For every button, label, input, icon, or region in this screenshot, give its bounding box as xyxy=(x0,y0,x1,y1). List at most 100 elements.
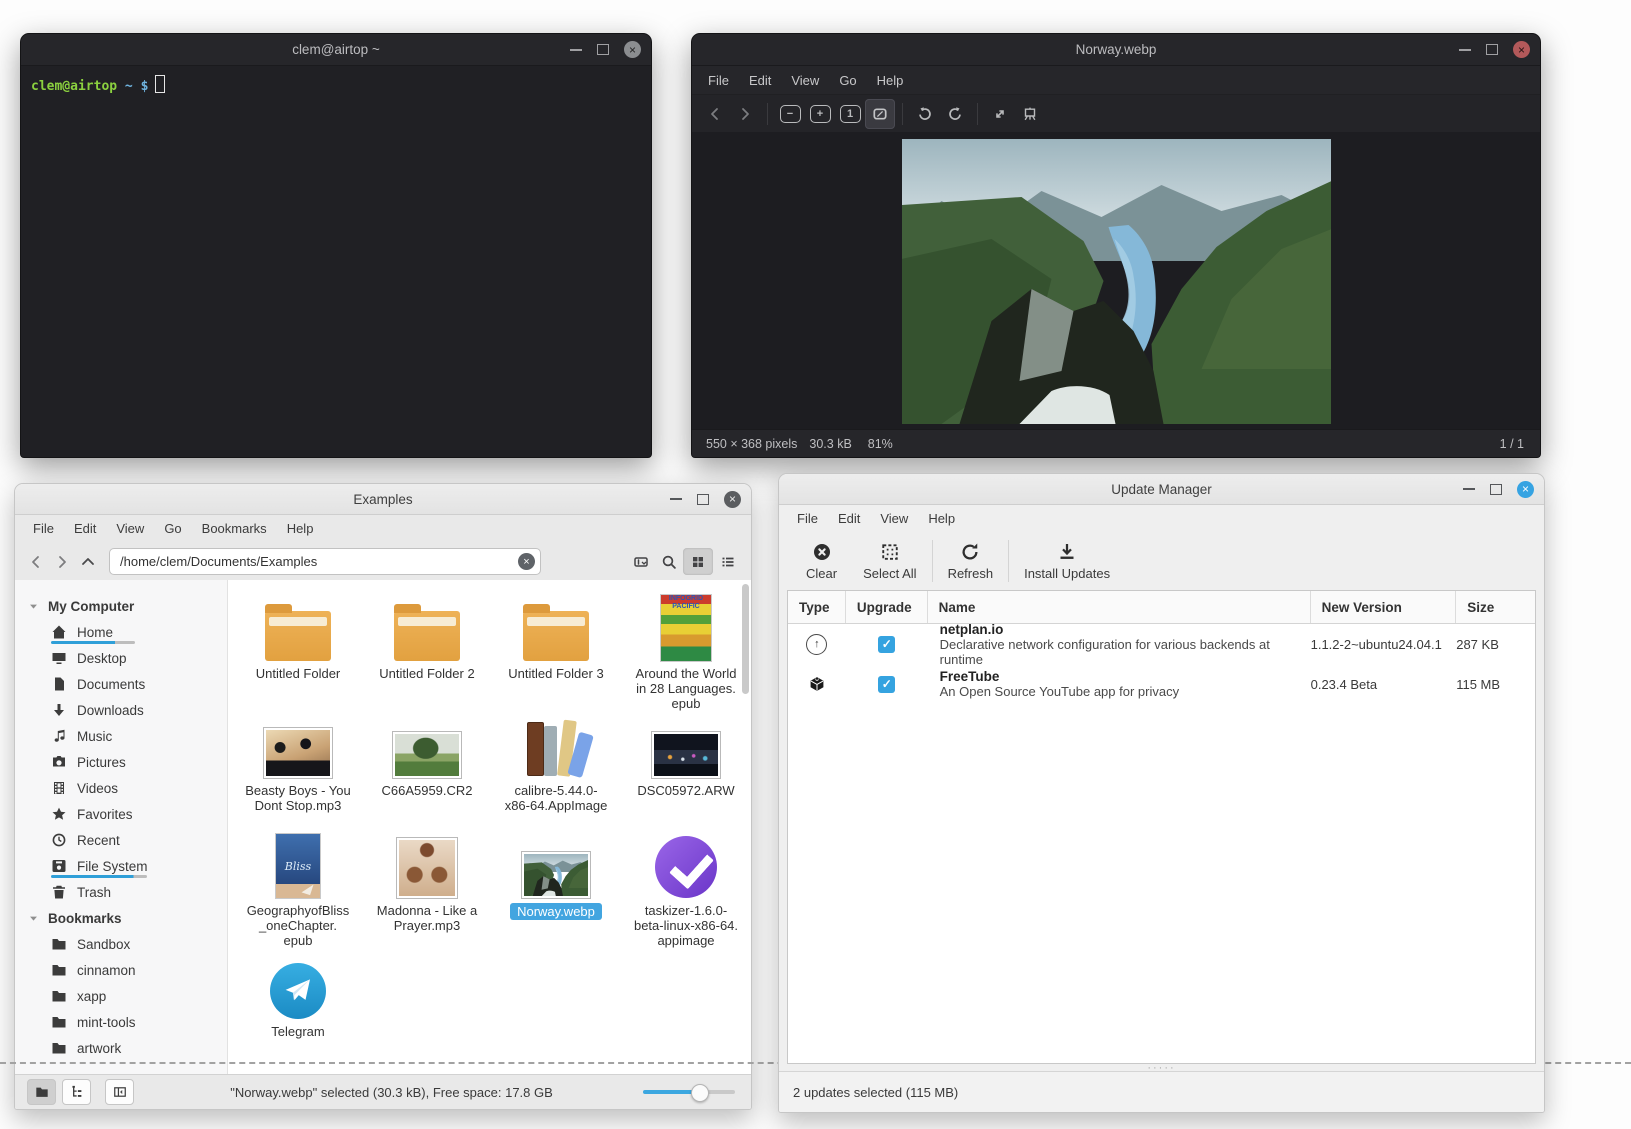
file-item-selected[interactable]: Norway.webp xyxy=(494,830,618,921)
clear-location-icon[interactable]: × xyxy=(518,553,535,570)
sidebar-item-documents[interactable]: Documents xyxy=(15,671,227,697)
sidebar-item-favorites[interactable]: Favorites xyxy=(15,801,227,827)
sidebar-item-mint-tools[interactable]: mint-tools xyxy=(15,1009,227,1035)
sidebar-item-cinnamon[interactable]: cinnamon xyxy=(15,957,227,983)
column-header-new-version[interactable]: New Version xyxy=(1311,591,1457,623)
sidebar-item-downloads[interactable]: Downloads xyxy=(15,697,227,723)
select-all-button[interactable]: Select All xyxy=(850,536,929,586)
menu-edit[interactable]: Edit xyxy=(828,508,870,529)
fullscreen-button[interactable] xyxy=(985,99,1015,129)
expander-triangle-icon[interactable] xyxy=(28,601,39,612)
rotate-clockwise-icon[interactable] xyxy=(940,99,970,129)
menu-view[interactable]: View xyxy=(870,508,918,529)
rotate-counterclockwise-icon[interactable] xyxy=(910,99,940,129)
viewer-canvas[interactable] xyxy=(692,132,1540,430)
menu-view[interactable]: View xyxy=(781,70,829,91)
file-item[interactable]: DSC05972.ARW xyxy=(624,710,748,798)
upgrade-checkbox[interactable]: ✓ xyxy=(878,676,895,693)
zoom-normal-button[interactable]: 1 xyxy=(835,99,865,129)
menu-edit[interactable]: Edit xyxy=(739,70,781,91)
sidebar-item-xapp[interactable]: xapp xyxy=(15,983,227,1009)
install-updates-button[interactable]: Install Updates xyxy=(1011,536,1123,586)
zoom-slider-handle[interactable] xyxy=(691,1084,709,1102)
sidebar-item-sandbox[interactable]: Sandbox xyxy=(15,931,227,957)
menu-help[interactable]: Help xyxy=(918,508,965,529)
close-button[interactable]: × xyxy=(1513,41,1530,58)
zoom-in-button[interactable]: + xyxy=(805,99,835,129)
sidebar-item-music[interactable]: Music xyxy=(15,723,227,749)
minimize-button[interactable] xyxy=(1463,488,1475,490)
toggle-location-entry-icon[interactable] xyxy=(627,549,655,575)
upgrade-checkbox[interactable]: ✓ xyxy=(878,636,895,653)
menu-file[interactable]: File xyxy=(787,508,828,529)
refresh-button[interactable]: Refresh xyxy=(935,536,1007,586)
maximize-button[interactable] xyxy=(697,494,709,505)
previous-image-button[interactable] xyxy=(700,99,730,129)
minimize-button[interactable] xyxy=(570,49,582,51)
terminal-content[interactable]: clem@airtop ~ $ xyxy=(21,66,651,103)
icon-view-button[interactable] xyxy=(683,548,713,575)
sidebar-item-recent[interactable]: Recent xyxy=(15,827,227,853)
sidebar-item-desktop[interactable]: Desktop xyxy=(15,645,227,671)
sidebar-item-pictures[interactable]: Pictures xyxy=(15,749,227,775)
clear-button[interactable]: Clear xyxy=(793,536,850,586)
maximize-button[interactable] xyxy=(1486,44,1498,55)
file-item[interactable]: calibre-5.44.0- x86-64.AppImage xyxy=(494,710,618,813)
menu-bookmarks[interactable]: Bookmarks xyxy=(192,518,277,539)
table-row[interactable]: ✓ FreeTube An Open Source YouTube app fo… xyxy=(788,664,1535,704)
file-item[interactable]: Telegram xyxy=(236,951,360,1039)
up-button[interactable] xyxy=(75,549,101,575)
vertical-scrollbar[interactable] xyxy=(742,584,749,694)
list-view-button[interactable] xyxy=(713,548,743,575)
maximize-button[interactable] xyxy=(1490,484,1502,495)
file-item[interactable]: Untitled Folder 3 xyxy=(494,593,618,681)
show-places-button[interactable] xyxy=(27,1079,56,1105)
menu-view[interactable]: View xyxy=(106,518,154,539)
um-titlebar[interactable]: Update Manager × xyxy=(779,474,1544,505)
file-item[interactable]: Beasty Boys - You Dont Stop.mp3 xyxy=(236,710,360,813)
best-fit-button[interactable] xyxy=(865,99,895,129)
viewer-titlebar[interactable]: Norway.webp × xyxy=(692,34,1540,66)
menu-go[interactable]: Go xyxy=(154,518,191,539)
menu-help[interactable]: Help xyxy=(867,70,914,91)
zoom-out-button[interactable]: − xyxy=(775,99,805,129)
table-row[interactable]: ↑ ✓ netplan.io Declarative network confi… xyxy=(788,624,1535,664)
menu-help[interactable]: Help xyxy=(277,518,324,539)
show-treeview-button[interactable] xyxy=(62,1079,91,1105)
close-button[interactable]: × xyxy=(724,491,741,508)
column-header-type[interactable]: Type xyxy=(788,591,846,623)
search-icon[interactable] xyxy=(655,549,683,575)
file-item[interactable]: Bliss GeographyofBliss _oneChapter. epub xyxy=(236,830,360,948)
sidebar-item-trash[interactable]: Trash xyxy=(15,879,227,905)
zoom-slider[interactable] xyxy=(643,1090,735,1094)
forward-button[interactable] xyxy=(49,549,75,575)
minimize-button[interactable] xyxy=(670,498,682,500)
file-icon-view[interactable]: Untitled Folder Untitled Folder 2 Untitl… xyxy=(228,580,751,1075)
expander-triangle-icon[interactable] xyxy=(28,913,39,924)
sidebar-item-home[interactable]: Home xyxy=(15,619,227,645)
menu-edit[interactable]: Edit xyxy=(64,518,106,539)
sidebar-item-videos[interactable]: Videos xyxy=(15,775,227,801)
column-header-upgrade[interactable]: Upgrade xyxy=(846,591,928,623)
menu-file[interactable]: File xyxy=(698,70,739,91)
minimize-button[interactable] xyxy=(1459,49,1471,51)
column-header-size[interactable]: Size xyxy=(1456,591,1535,623)
sidebar-section-my-computer[interactable]: My Computer xyxy=(15,593,227,619)
file-item[interactable]: Untitled Folder xyxy=(236,593,360,681)
file-item[interactable]: Untitled Folder 2 xyxy=(365,593,489,681)
sidebar-section-bookmarks[interactable]: Bookmarks xyxy=(15,905,227,931)
close-button[interactable]: × xyxy=(624,41,641,58)
location-entry[interactable]: /home/clem/Documents/Examples × xyxy=(109,548,541,575)
sidebar-item-artwork[interactable]: artwork xyxy=(15,1035,227,1061)
nemo-titlebar[interactable]: Examples × xyxy=(15,484,751,515)
terminal-titlebar[interactable]: clem@airtop ~ × xyxy=(21,34,651,66)
file-item[interactable]: taskizer-1.6.0- beta-linux-x86-64. appim… xyxy=(624,830,748,948)
back-button[interactable] xyxy=(23,549,49,575)
maximize-button[interactable] xyxy=(597,44,609,55)
file-item[interactable]: C66A5959.CR2 xyxy=(365,710,489,798)
file-item[interactable]: INFOGRIDPACIFIC Around the World in 28 L… xyxy=(624,593,748,711)
next-image-button[interactable] xyxy=(730,99,760,129)
close-button[interactable]: × xyxy=(1517,481,1534,498)
menu-file[interactable]: File xyxy=(23,518,64,539)
menu-go[interactable]: Go xyxy=(829,70,866,91)
